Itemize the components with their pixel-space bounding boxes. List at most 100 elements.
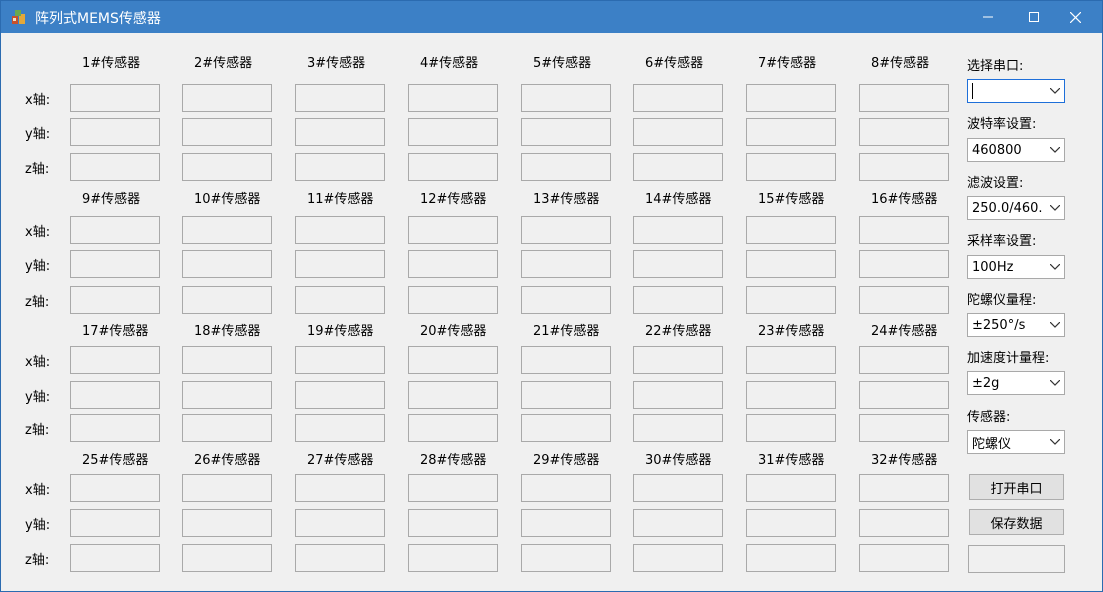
sensor-6-x-field[interactable]	[633, 84, 723, 112]
sensor-2-z-field[interactable]	[182, 153, 272, 181]
sensor-23-z-field[interactable]	[746, 414, 836, 442]
sensor-9-x-field[interactable]	[70, 216, 160, 244]
chevron-down-icon[interactable]	[1046, 80, 1064, 102]
sensor-18-z-field[interactable]	[182, 414, 272, 442]
sensor-24-z-field[interactable]	[859, 414, 949, 442]
sensor-4-z-field[interactable]	[408, 153, 498, 181]
sensor-7-x-field[interactable]	[746, 84, 836, 112]
sensor-10-z-field[interactable]	[182, 286, 272, 314]
sensor-22-x-field[interactable]	[633, 346, 723, 374]
sensor-17-y-field[interactable]	[70, 381, 160, 409]
sensor-17-x-field[interactable]	[70, 346, 160, 374]
sensor-1-x-field[interactable]	[70, 84, 160, 112]
sensor-22-y-field[interactable]	[633, 381, 723, 409]
sensor-10-x-field[interactable]	[182, 216, 272, 244]
sensor-32-y-field[interactable]	[859, 509, 949, 537]
sensor-11-y-field[interactable]	[295, 250, 385, 278]
sensor-17-z-field[interactable]	[70, 414, 160, 442]
sensor-3-z-field[interactable]	[295, 153, 385, 181]
sensor-3-x-field[interactable]	[295, 84, 385, 112]
sensor-30-z-field[interactable]	[633, 544, 723, 572]
sensor-20-x-field[interactable]	[408, 346, 498, 374]
sensor-16-x-field[interactable]	[859, 216, 949, 244]
sensor-7-y-field[interactable]	[746, 118, 836, 146]
sensor-12-x-field[interactable]	[408, 216, 498, 244]
sensor-14-y-field[interactable]	[633, 250, 723, 278]
sensor-25-y-field[interactable]	[70, 509, 160, 537]
sensor-12-y-field[interactable]	[408, 250, 498, 278]
sensor-19-y-field[interactable]	[295, 381, 385, 409]
close-button[interactable]	[1052, 1, 1098, 33]
sensor-15-x-field[interactable]	[746, 216, 836, 244]
sensor-27-y-field[interactable]	[295, 509, 385, 537]
accel-range-select[interactable]: ±2g	[967, 371, 1065, 395]
sensor-10-y-field[interactable]	[182, 250, 272, 278]
sensor-13-x-field[interactable]	[521, 216, 611, 244]
sensor-13-z-field[interactable]	[521, 286, 611, 314]
chevron-down-icon[interactable]	[1046, 197, 1064, 219]
sensor-21-z-field[interactable]	[521, 414, 611, 442]
sensor-26-y-field[interactable]	[182, 509, 272, 537]
port-select[interactable]	[967, 79, 1065, 103]
chevron-down-icon[interactable]	[1046, 372, 1064, 394]
sensor-14-x-field[interactable]	[633, 216, 723, 244]
sensor-23-y-field[interactable]	[746, 381, 836, 409]
sensor-16-y-field[interactable]	[859, 250, 949, 278]
sensor-5-y-field[interactable]	[521, 118, 611, 146]
sensor-8-z-field[interactable]	[859, 153, 949, 181]
gyro-range-select[interactable]: ±250°/s	[967, 313, 1065, 337]
sensor-4-y-field[interactable]	[408, 118, 498, 146]
sensor-29-y-field[interactable]	[521, 509, 611, 537]
chevron-down-icon[interactable]	[1046, 256, 1064, 278]
sensor-12-z-field[interactable]	[408, 286, 498, 314]
sensor-21-y-field[interactable]	[521, 381, 611, 409]
sensor-18-y-field[interactable]	[182, 381, 272, 409]
sensor-30-x-field[interactable]	[633, 474, 723, 502]
sensor-30-y-field[interactable]	[633, 509, 723, 537]
chevron-down-icon[interactable]	[1046, 139, 1064, 161]
sensor-2-y-field[interactable]	[182, 118, 272, 146]
sensor-20-z-field[interactable]	[408, 414, 498, 442]
sensor-28-z-field[interactable]	[408, 544, 498, 572]
sensor-8-y-field[interactable]	[859, 118, 949, 146]
sensor-18-x-field[interactable]	[182, 346, 272, 374]
sensor-27-x-field[interactable]	[295, 474, 385, 502]
sensor-15-y-field[interactable]	[746, 250, 836, 278]
sensor-25-x-field[interactable]	[70, 474, 160, 502]
sensor-5-z-field[interactable]	[521, 153, 611, 181]
sensor-25-z-field[interactable]	[70, 544, 160, 572]
sensor-9-y-field[interactable]	[70, 250, 160, 278]
sensor-19-z-field[interactable]	[295, 414, 385, 442]
sensor-23-x-field[interactable]	[746, 346, 836, 374]
sensor-32-z-field[interactable]	[859, 544, 949, 572]
chevron-down-icon[interactable]	[1046, 431, 1064, 453]
minimize-button[interactable]	[965, 1, 1011, 33]
save-data-button[interactable]: 保存数据	[969, 509, 1064, 535]
open-port-button[interactable]: 打开串口	[969, 474, 1064, 500]
sensor-1-y-field[interactable]	[70, 118, 160, 146]
sensor-7-z-field[interactable]	[746, 153, 836, 181]
filter-select[interactable]: 250.0/460.	[967, 196, 1065, 220]
sensor-29-x-field[interactable]	[521, 474, 611, 502]
sensor-28-y-field[interactable]	[408, 509, 498, 537]
sensor-type-select[interactable]: 陀螺仪	[967, 430, 1065, 454]
sensor-24-x-field[interactable]	[859, 346, 949, 374]
sensor-6-y-field[interactable]	[633, 118, 723, 146]
sensor-24-y-field[interactable]	[859, 381, 949, 409]
maximize-button[interactable]	[1011, 1, 1057, 33]
sensor-31-x-field[interactable]	[746, 474, 836, 502]
sensor-22-z-field[interactable]	[633, 414, 723, 442]
sensor-11-x-field[interactable]	[295, 216, 385, 244]
sensor-3-y-field[interactable]	[295, 118, 385, 146]
sensor-16-z-field[interactable]	[859, 286, 949, 314]
sample-rate-select[interactable]: 100Hz	[967, 255, 1065, 279]
sensor-4-x-field[interactable]	[408, 84, 498, 112]
sensor-9-z-field[interactable]	[70, 286, 160, 314]
sensor-28-x-field[interactable]	[408, 474, 498, 502]
sensor-5-x-field[interactable]	[521, 84, 611, 112]
sensor-29-z-field[interactable]	[521, 544, 611, 572]
baud-select[interactable]: 460800	[967, 138, 1065, 162]
sensor-19-x-field[interactable]	[295, 346, 385, 374]
chevron-down-icon[interactable]	[1046, 314, 1064, 336]
sensor-13-y-field[interactable]	[521, 250, 611, 278]
